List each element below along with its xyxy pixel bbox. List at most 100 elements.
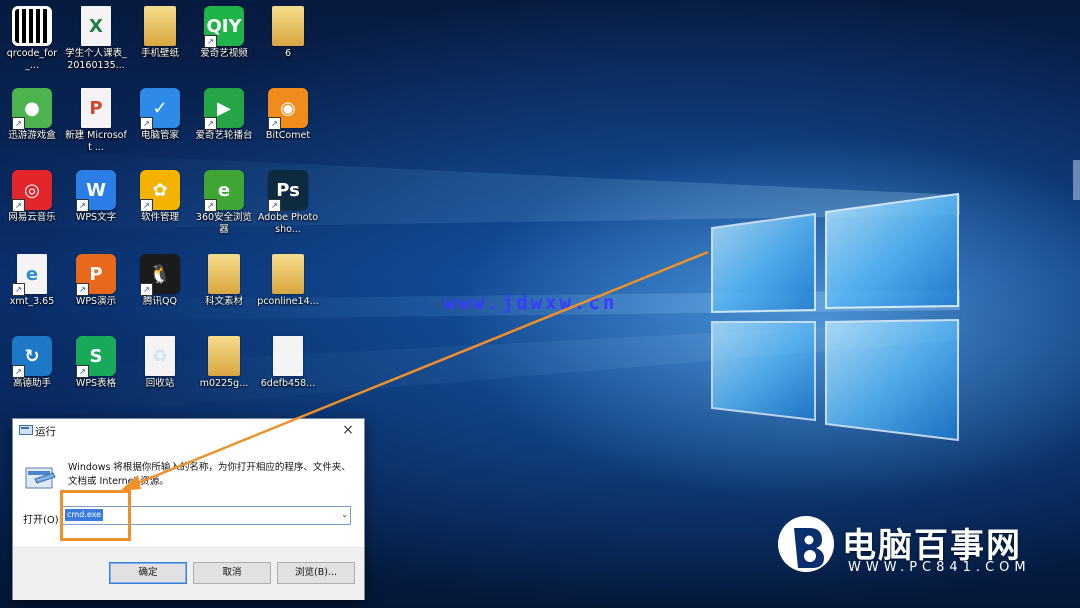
browse-button[interactable]: 浏览(B)... [277, 562, 355, 584]
icon-glyph: ✓ [152, 97, 168, 119]
brand-logo-block: 电脑百事网 WWW.PC841.COM [776, 514, 1066, 584]
shortcut-arrow-icon: ↗ [140, 199, 153, 212]
image-file-icon [273, 336, 303, 376]
icon-glyph: X [89, 15, 103, 37]
powerpoint-file-icon: P [81, 88, 111, 128]
desktop-icon-label: 6defb458... [260, 378, 316, 389]
desktop-icon[interactable]: X↗学生个人课表_20160135... [64, 2, 128, 82]
open-label: 打开(O): [23, 515, 63, 526]
desktop-icon[interactable]: ● ↗ 迅游游戏盒 [0, 84, 64, 164]
desktop-icon[interactable]: ↗6defb458... [256, 332, 320, 412]
desktop-icon[interactable]: ◉ ↗ BitComet [256, 84, 320, 164]
desktop-icon-label: Adobe Photosho... [257, 212, 319, 235]
shortcut-arrow-icon: ↗ [204, 35, 217, 48]
input-highlight-box [60, 490, 131, 541]
desktop-icon[interactable]: ✿ ↗ 软件管理 [128, 166, 192, 246]
icon-glyph: 🐧 [148, 263, 172, 285]
desktop-icon[interactable]: ✓ ↗ 电脑管家 [128, 84, 192, 164]
icon-glyph: ▶ [217, 97, 231, 119]
desktop-icon[interactable]: ↗qrcode_for_... [0, 2, 64, 82]
shortcut-arrow-icon: ↗ [268, 117, 281, 130]
icon-glyph: ◎ [24, 179, 40, 201]
desktop-edge-handle [1073, 160, 1080, 200]
document-folder-icon [208, 336, 240, 376]
desktop-icon-label: 新建 Microsoft ... [65, 130, 127, 153]
shortcut-arrow-icon: ↗ [204, 199, 217, 212]
shortcut-arrow-icon: ↗ [140, 117, 153, 130]
shortcut-arrow-icon: ↗ [76, 365, 89, 378]
desktop-icon-label: 学生个人课表_20160135... [65, 48, 127, 71]
desktop-icon[interactable]: ↗m0225g... [192, 332, 256, 412]
desktop-icon[interactable]: e ↗ xmt_3.65 [0, 250, 64, 330]
desktop-icon-label: WPS表格 [75, 378, 117, 389]
icon-glyph: e [217, 179, 231, 201]
desktop-icon-label: 腾讯QQ [143, 296, 177, 307]
desktop-icon[interactable]: QIY ↗ 爱奇艺视频 [192, 2, 256, 82]
cancel-button[interactable]: 取消 [193, 562, 271, 584]
desktop-icon[interactable]: ↗pconline14... [256, 250, 320, 330]
icon-glyph: Ps [276, 179, 300, 201]
icon-glyph: ✿ [152, 179, 168, 201]
icon-glyph: ♻ [151, 345, 169, 367]
chevron-down-icon[interactable]: ⌄ [341, 510, 348, 519]
shortcut-arrow-icon: ↗ [140, 283, 153, 296]
desktop-icon[interactable]: P↗新建 Microsoft ... [64, 84, 128, 164]
desktop-icon[interactable]: 🐧 ↗ 腾讯QQ [128, 250, 192, 330]
desktop-background: ↗qrcode_for_...X↗学生个人课表_20160135...↗手机壁纸… [0, 0, 1080, 608]
desktop-icon[interactable]: S ↗ WPS表格 [64, 332, 128, 412]
run-dialog-description: Windows 将根据你所输入的名称，为你打开相应的程序、文件夹、文档或 Int… [68, 462, 351, 487]
desktop-icon-label: 6 [284, 48, 292, 59]
icon-glyph: ● [24, 97, 40, 119]
desktop-icon[interactable]: ↻ ↗ 高德助手 [0, 332, 64, 412]
pc841-logo-icon [778, 516, 834, 572]
run-program-icon [25, 467, 56, 489]
desktop-icon[interactable]: ↗手机壁纸 [128, 2, 192, 82]
run-app-icon [19, 425, 33, 435]
icon-glyph: S [89, 345, 103, 367]
desktop-icon[interactable]: Ps ↗ Adobe Photosho... [256, 166, 320, 246]
shortcut-arrow-icon: ↗ [12, 199, 25, 212]
desktop-icon-label: 科文素材 [204, 296, 243, 307]
desktop-icon[interactable]: ◎ ↗ 网易云音乐 [0, 166, 64, 246]
desktop-icon-label: 手机壁纸 [140, 48, 179, 59]
brand-url: WWW.PC841.COM [848, 560, 1031, 575]
folder-icon [144, 6, 176, 46]
shortcut-arrow-icon: ↗ [12, 117, 25, 130]
desktop-icon[interactable]: ♻↗回收站 [128, 332, 192, 412]
watermark-text: www.jdwxw.cn [444, 292, 618, 314]
desktop-icon[interactable]: e ↗ 360安全浏览器 [192, 166, 256, 246]
excel-file-icon: X [81, 6, 111, 46]
desktop-icon[interactable]: ↗科文素材 [192, 250, 256, 330]
ok-button[interactable]: 确定 [109, 562, 187, 584]
icon-glyph: W [86, 179, 106, 201]
desktop-icon-label: 迅游游戏盒 [8, 130, 56, 141]
icon-glyph: e [25, 263, 39, 285]
desktop-icon[interactable]: ▶ ↗ 爱奇艺轮播台 [192, 84, 256, 164]
shortcut-arrow-icon: ↗ [12, 283, 25, 296]
desktop-icon[interactable]: W ↗ WPS文字 [64, 166, 128, 246]
shortcut-arrow-icon: ↗ [12, 365, 25, 378]
icon-glyph: P [89, 97, 103, 119]
shortcut-arrow-icon: ↗ [204, 117, 217, 130]
run-dialog-titlebar[interactable]: 运行 × [13, 419, 364, 443]
desktop-icon-label: 高德助手 [12, 378, 51, 389]
desktop-icon-label: 爱奇艺视频 [200, 48, 248, 59]
icon-glyph: P [89, 263, 103, 285]
shortcut-arrow-icon: ↗ [268, 199, 281, 212]
desktop-icon[interactable]: P ↗ WPS演示 [64, 250, 128, 330]
desktop-icon[interactable]: ↗6 [256, 2, 320, 82]
close-icon[interactable]: × [340, 422, 356, 438]
document-folder-icon [208, 254, 240, 294]
icon-glyph: ◉ [280, 97, 296, 119]
run-dialog-title: 运行 [35, 426, 56, 438]
folder-icon [272, 6, 304, 46]
desktop-icon-label: xmt_3.65 [9, 296, 55, 307]
shortcut-arrow-icon: ↗ [76, 199, 89, 212]
recycle-bin-icon: ♻ [145, 336, 175, 376]
icon-glyph: QIY [206, 15, 242, 37]
desktop-icon-label: pconline14... [257, 296, 319, 307]
desktop-icon-label: WPS演示 [75, 296, 117, 307]
icon-glyph: ↻ [24, 345, 40, 367]
desktop-icon-label: 电脑管家 [140, 130, 179, 141]
desktop-icon-label: WPS文字 [75, 212, 117, 223]
